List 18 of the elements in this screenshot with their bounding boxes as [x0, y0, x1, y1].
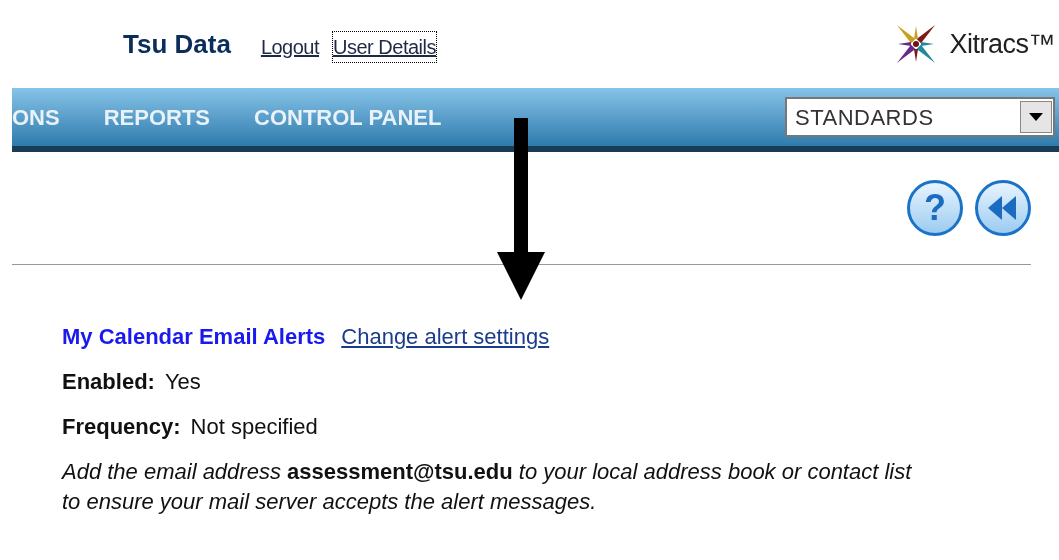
field-value: Yes [164, 368, 201, 396]
section-title: My Calendar Email Alerts [62, 323, 326, 351]
header-link[interactable]: Logout [260, 32, 320, 62]
logo-text: Xitracs™ [949, 27, 1055, 61]
back-button[interactable] [975, 180, 1031, 236]
field-value: Not specified [190, 413, 318, 441]
header-link[interactable]: User Details [333, 32, 436, 62]
field-label: Enabled: [62, 368, 155, 396]
field-label: Frequency: [62, 413, 181, 441]
settings-link[interactable]: Change alert settings [341, 320, 550, 353]
help-button[interactable]: ? [907, 180, 963, 236]
view-select[interactable]: STANDARDS [785, 97, 1055, 137]
caret-icon [1029, 113, 1043, 121]
note-text: Add the email address assessment@tsu.edu to your local address book or contact list [62, 458, 913, 486]
user-name: Tsu Data [123, 27, 231, 61]
dropdown-button[interactable] [1020, 101, 1052, 133]
note-text: to ensure your mail server accepts the alert messages. [62, 488, 598, 516]
rewind-icon [988, 196, 1018, 220]
